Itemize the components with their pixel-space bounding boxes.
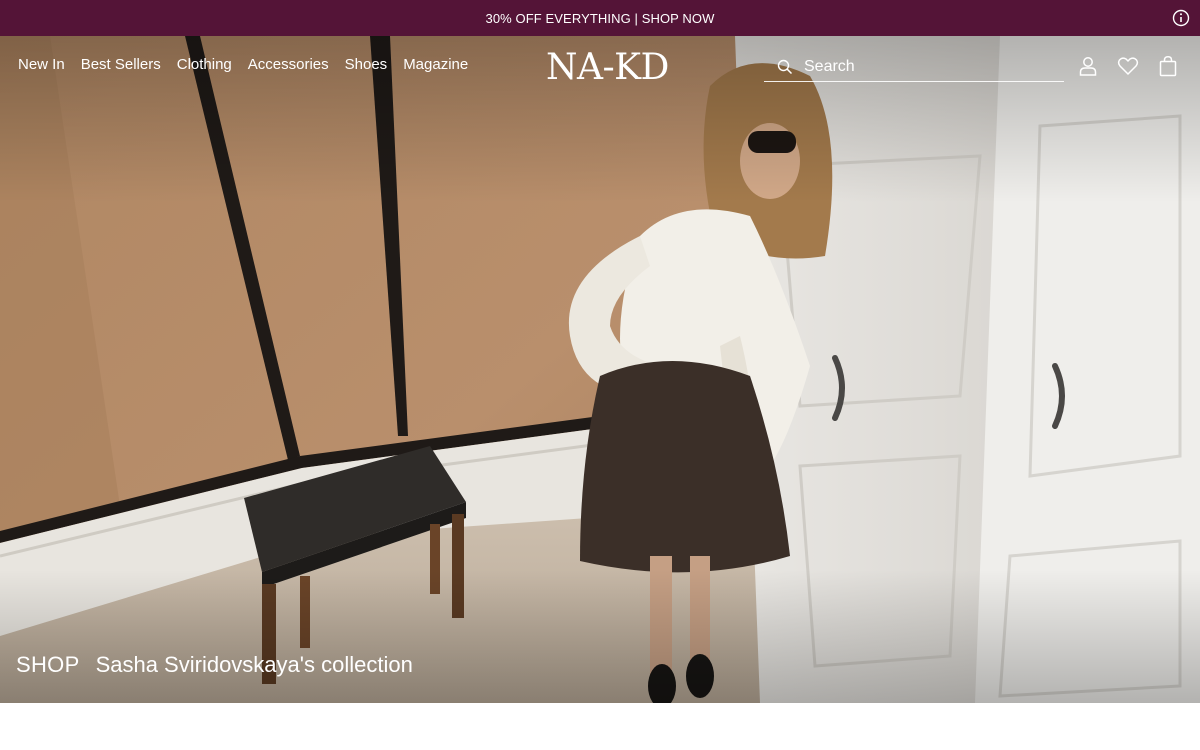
collection-title[interactable]: Sasha Sviridovskaya's collection: [96, 652, 413, 678]
hero-image: [0, 36, 1200, 703]
nav-accessories[interactable]: Accessories: [248, 56, 329, 73]
info-icon[interactable]: [1172, 9, 1190, 27]
nav-shoes[interactable]: Shoes: [345, 56, 388, 73]
heart-icon[interactable]: [1117, 55, 1139, 77]
search-input[interactable]: [804, 57, 1044, 76]
user-icon[interactable]: [1077, 55, 1099, 77]
nav-magazine[interactable]: Magazine: [403, 56, 468, 73]
page-content-area: [0, 703, 1200, 750]
hero-banner[interactable]: [0, 36, 1200, 703]
promo-bar[interactable]: 30% OFF EVERYTHING | SHOP NOW: [0, 0, 1200, 36]
search-bar[interactable]: [764, 52, 1064, 82]
bag-icon[interactable]: [1157, 55, 1179, 77]
main-nav: New In Best Sellers Clothing Accessories…: [18, 56, 468, 73]
nav-best-sellers[interactable]: Best Sellers: [81, 56, 161, 73]
promo-text[interactable]: 30% OFF EVERYTHING | SHOP NOW: [485, 11, 714, 26]
nav-clothing[interactable]: Clothing: [177, 56, 232, 73]
site-logo[interactable]: NA-KD: [546, 47, 669, 88]
site-header: New In Best Sellers Clothing Accessories…: [0, 36, 1200, 98]
search-icon[interactable]: [777, 59, 793, 75]
shop-link[interactable]: SHOP: [16, 652, 80, 678]
nav-new-in[interactable]: New In: [18, 56, 65, 73]
hero-caption: SHOP Sasha Sviridovskaya's collection: [16, 652, 413, 678]
